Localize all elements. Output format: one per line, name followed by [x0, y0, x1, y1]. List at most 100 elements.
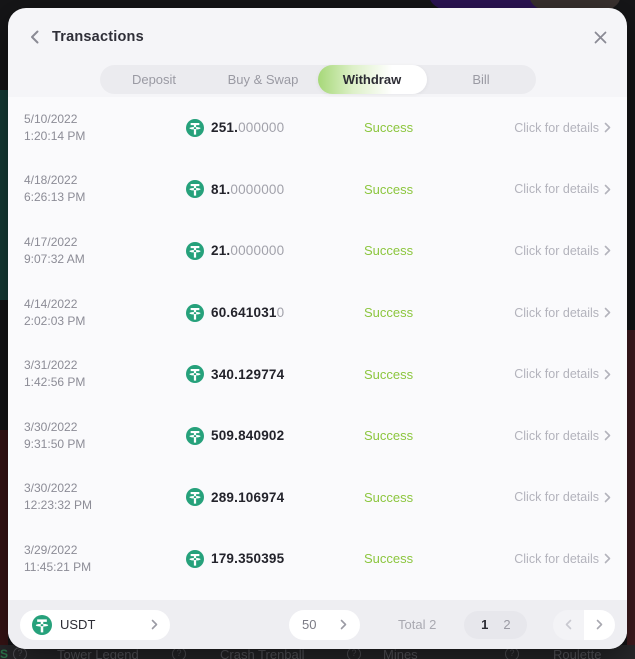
pagination: 1 2 — [464, 611, 527, 639]
table-row: 3/31/20221:42:56 PM 340.129774 Success C… — [8, 343, 627, 405]
transaction-datetime: 5/10/20221:20:14 PM — [24, 111, 186, 145]
tether-icon — [32, 615, 52, 635]
transaction-amount: 509.840902 — [186, 427, 364, 445]
chevron-right-icon — [604, 184, 611, 195]
transaction-datetime: 3/30/20229:31:50 PM — [24, 419, 186, 453]
transaction-datetime: 4/18/20226:26:13 PM — [24, 172, 186, 206]
chevron-right-icon — [604, 553, 611, 564]
tether-icon — [186, 180, 204, 198]
background-edge-glyph: S — [0, 647, 8, 659]
amount-value: 179.350395 — [211, 551, 284, 566]
next-page-button[interactable] — [584, 610, 615, 640]
tether-icon — [186, 119, 204, 137]
amount-value: 509.840902 — [211, 428, 284, 443]
amount-value: 289.106974 — [211, 490, 284, 505]
back-button[interactable] — [24, 27, 44, 47]
details-link[interactable]: Click for details — [502, 429, 611, 443]
transaction-datetime: 3/31/20221:42:56 PM — [24, 357, 186, 391]
currency-selector[interactable]: USDT — [20, 610, 170, 640]
transaction-amount: 179.350395 — [186, 550, 364, 568]
chevron-right-icon — [151, 619, 158, 630]
transaction-datetime: 3/29/202211:45:21 PM — [24, 542, 186, 576]
status-badge: Success — [364, 367, 502, 382]
page-size-value: 50 — [302, 617, 316, 632]
transaction-datetime: 4/17/20229:07:32 AM — [24, 234, 186, 268]
table-row: 5/10/20221:20:14 PM 251.000000 Success C… — [8, 97, 627, 159]
transaction-amount: 81.0000000 — [186, 180, 364, 198]
amount-value: 251. — [211, 120, 238, 135]
chevron-right-icon — [604, 369, 611, 380]
status-badge: Success — [364, 120, 502, 135]
details-link[interactable]: Click for details — [502, 490, 611, 504]
total-count: Total 2 — [398, 617, 436, 632]
status-badge: Success — [364, 182, 502, 197]
list-footer: USDT 50 Total 2 1 2 — [8, 600, 627, 649]
status-badge: Success — [364, 428, 502, 443]
table-row: 3/29/202211:45:21 PM 179.350395 Success … — [8, 528, 627, 590]
chevron-right-icon — [604, 307, 611, 318]
transaction-tabs: Deposit Buy & Swap Withdraw Bill — [100, 65, 536, 94]
transaction-list: 5/10/20221:20:14 PM 251.000000 Success C… — [8, 97, 627, 600]
amount-value: 340.129774 — [211, 367, 284, 382]
tab-deposit[interactable]: Deposit — [100, 65, 209, 94]
transaction-amount: 289.106974 — [186, 488, 364, 506]
previous-page-button[interactable] — [553, 610, 584, 640]
table-row: 3/30/20229:31:50 PM 509.840902 Success C… — [8, 405, 627, 467]
transaction-amount: 21.0000000 — [186, 242, 364, 260]
tether-icon — [186, 550, 204, 568]
chevron-right-icon — [604, 122, 611, 133]
pagination-arrows — [553, 610, 615, 640]
chevron-right-icon — [604, 430, 611, 441]
close-icon — [594, 31, 607, 44]
background-left-red-strip — [0, 430, 8, 659]
tether-icon — [186, 242, 204, 260]
table-row: 4/17/20229:07:32 AM 21.0000000 Success C… — [8, 220, 627, 282]
chevron-left-icon — [30, 30, 39, 44]
chevron-left-icon — [565, 619, 572, 630]
transaction-datetime: 4/14/20222:02:03 PM — [24, 296, 186, 330]
transaction-amount: 60.6410310 — [186, 304, 364, 322]
status-badge: Success — [364, 551, 502, 566]
chevron-right-icon — [596, 619, 603, 630]
tether-icon — [186, 488, 204, 506]
table-row: 3/30/202212:23:32 PM 289.106974 Success … — [8, 467, 627, 529]
table-row: 4/18/20226:26:13 PM 81.0000000 Success C… — [8, 159, 627, 221]
status-badge: Success — [364, 490, 502, 505]
chevron-right-icon — [604, 492, 611, 503]
modal-header: Transactions — [24, 22, 611, 52]
page-number-1[interactable]: 1 — [481, 617, 488, 632]
page-title: Transactions — [52, 29, 144, 45]
amount-trailing-zeros: 000000 — [238, 120, 284, 135]
amount-trailing-zeros: 0000000 — [230, 243, 284, 258]
details-link[interactable]: Click for details — [502, 367, 611, 381]
tether-icon — [186, 365, 204, 383]
transactions-modal: Transactions Deposit Buy & Swap Withdraw… — [8, 8, 627, 649]
tether-icon — [186, 427, 204, 445]
background-right-red-strip — [627, 330, 635, 659]
transaction-datetime: 3/30/202212:23:32 PM — [24, 480, 186, 514]
page-size-selector[interactable]: 50 — [289, 610, 360, 640]
details-link[interactable]: Click for details — [502, 552, 611, 566]
tab-buy-swap[interactable]: Buy & Swap — [209, 65, 318, 94]
amount-value: 60.641031 — [211, 305, 277, 320]
details-link[interactable]: Click for details — [502, 121, 611, 135]
currency-value: USDT — [60, 617, 95, 632]
details-link[interactable]: Click for details — [502, 182, 611, 196]
tab-withdraw[interactable]: Withdraw — [318, 65, 427, 94]
chevron-right-icon — [340, 619, 347, 630]
amount-trailing-zeros: 0 — [277, 305, 285, 320]
details-link[interactable]: Click for details — [502, 306, 611, 320]
amount-value: 21. — [211, 243, 230, 258]
transaction-amount: 251.000000 — [186, 119, 364, 137]
transaction-amount: 340.129774 — [186, 365, 364, 383]
page-number-2[interactable]: 2 — [503, 617, 510, 632]
table-row: 4/14/20222:02:03 PM 60.6410310 Success C… — [8, 282, 627, 344]
close-button[interactable] — [589, 26, 611, 48]
status-badge: Success — [364, 243, 502, 258]
amount-value: 81. — [211, 182, 230, 197]
details-link[interactable]: Click for details — [502, 244, 611, 258]
amount-trailing-zeros: 0000000 — [230, 182, 284, 197]
background-left-teal-strip — [0, 90, 8, 300]
tab-bill[interactable]: Bill — [427, 65, 536, 94]
chevron-right-icon — [604, 245, 611, 256]
